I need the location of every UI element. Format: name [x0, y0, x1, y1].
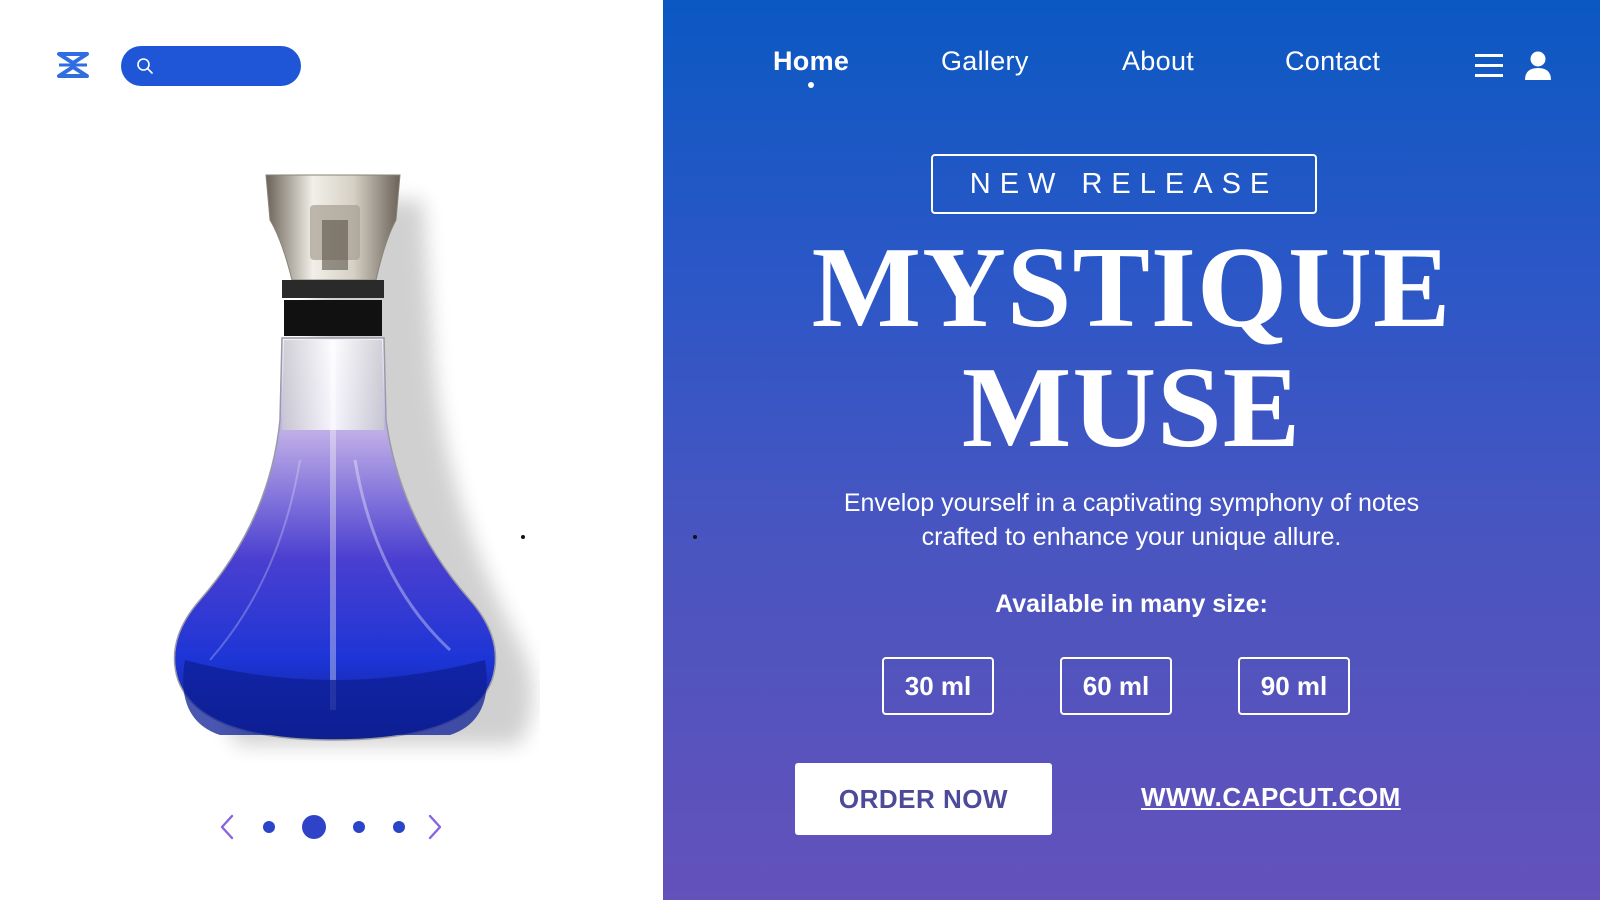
active-nav-indicator [808, 82, 814, 88]
carousel-dot-active[interactable] [302, 815, 326, 839]
size-option-30ml[interactable]: 30 ml [882, 657, 994, 715]
search-icon [136, 57, 154, 75]
sizes-label: Available in many size: [995, 590, 1268, 618]
nav-contact[interactable]: Contact [1285, 46, 1380, 77]
capcut-logo-icon[interactable] [56, 50, 90, 80]
product-title: MYSTIQUE MUSE [663, 228, 1600, 468]
top-navigation: Home Gallery About Contact [663, 44, 1600, 94]
image-carousel-controls [218, 812, 448, 842]
description-line-2: crafted to enhance your unique allure. [921, 523, 1342, 551]
carousel-dot[interactable] [393, 821, 405, 833]
chevron-left-icon[interactable] [218, 814, 236, 840]
description-line-1: Envelop yourself in a captivating sympho… [843, 489, 1420, 517]
carousel-dot[interactable] [353, 821, 365, 833]
hamburger-menu-icon[interactable] [1475, 52, 1505, 80]
product-panel [0, 0, 663, 900]
decorative-dot [693, 535, 697, 539]
website-link[interactable]: WWW.CAPCUT.COM [1141, 782, 1401, 813]
user-icon[interactable] [1523, 50, 1553, 82]
new-release-badge: NEW RELEASE [931, 154, 1317, 214]
title-line-2: MUSE [961, 344, 1302, 472]
size-option-90ml[interactable]: 90 ml [1238, 657, 1350, 715]
product-description: Envelop yourself in a captivating sympho… [763, 486, 1500, 554]
decorative-dot [521, 535, 525, 539]
nav-gallery[interactable]: Gallery [941, 46, 1029, 77]
carousel-dot[interactable] [263, 821, 275, 833]
search-input[interactable] [121, 46, 301, 86]
nav-home[interactable]: Home [773, 46, 849, 77]
nav-about[interactable]: About [1122, 46, 1194, 77]
perfume-bottle-image [150, 160, 540, 770]
title-line-1: MYSTIQUE [811, 224, 1452, 352]
hero-panel: Home Gallery About Contact NEW RELEASE M… [663, 0, 1600, 900]
size-option-60ml[interactable]: 60 ml [1060, 657, 1172, 715]
order-now-button[interactable]: ORDER NOW [795, 763, 1052, 835]
chevron-right-icon[interactable] [426, 814, 444, 840]
